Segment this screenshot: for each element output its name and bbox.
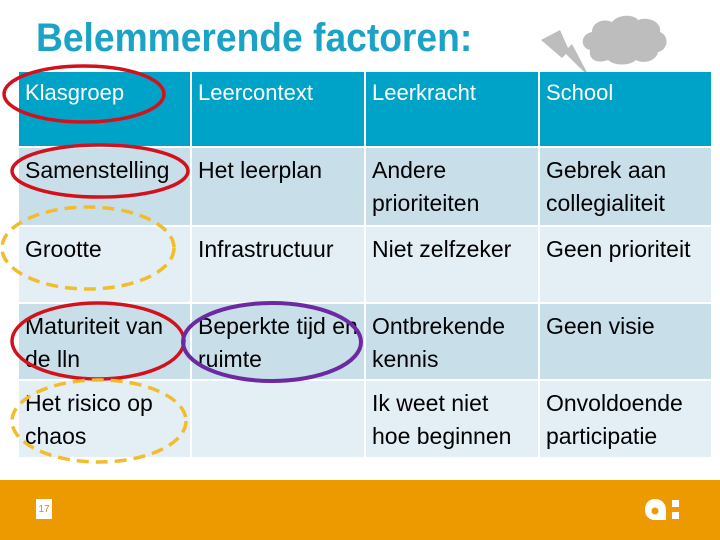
table-row: Samenstelling Het leerplan Andere priori… [19, 148, 711, 225]
header-leerkracht: Leerkracht [366, 72, 538, 146]
table-row: Grootte Infrastructuur Niet zelfzeker Ge… [19, 227, 711, 302]
header-leercontext: Leercontext [192, 72, 364, 146]
table-cell: Grootte [19, 227, 190, 302]
header-school: School [540, 72, 711, 146]
brand-logo-icon [645, 499, 679, 520]
table-cell: Andere prioriteiten [366, 148, 538, 225]
table-cell: Infrastructuur [192, 227, 364, 302]
table-cell: Het risico op chaos [19, 381, 190, 457]
header-klasgroep: Klasgroep [19, 72, 190, 146]
table-cell: Beperkte tijd en ruimte [192, 304, 364, 379]
table-cell: Gebrek aan collegialiteit [540, 148, 711, 225]
table-cell: Onvoldoende participatie [540, 381, 711, 457]
cloud-icon [582, 15, 667, 65]
table-row: Het risico op chaos Ik weet niet hoe beg… [19, 381, 711, 457]
table-cell: Niet zelfzeker [366, 227, 538, 302]
page-number: 17 [36, 499, 52, 519]
table-cell: Ik weet niet hoe beginnen [366, 381, 538, 457]
table-cell: Maturiteit van de lln [19, 304, 190, 379]
table-cell [192, 381, 364, 457]
footer-bar: 17 [0, 480, 720, 540]
slide-title: Belemmerende factoren: [36, 16, 473, 60]
table-cell: Samenstelling [19, 148, 190, 225]
table-cell: Het leerplan [192, 148, 364, 225]
table-cell: Ontbrekende kennis [366, 304, 538, 379]
table-cell: Geen visie [540, 304, 711, 379]
factors-table: Klasgroep Leercontext Leerkracht School … [17, 70, 713, 459]
table-row: Maturiteit van de lln Beperkte tijd en r… [19, 304, 711, 379]
table-cell: Geen prioriteit [540, 227, 711, 302]
table-header-row: Klasgroep Leercontext Leerkracht School [19, 72, 711, 146]
